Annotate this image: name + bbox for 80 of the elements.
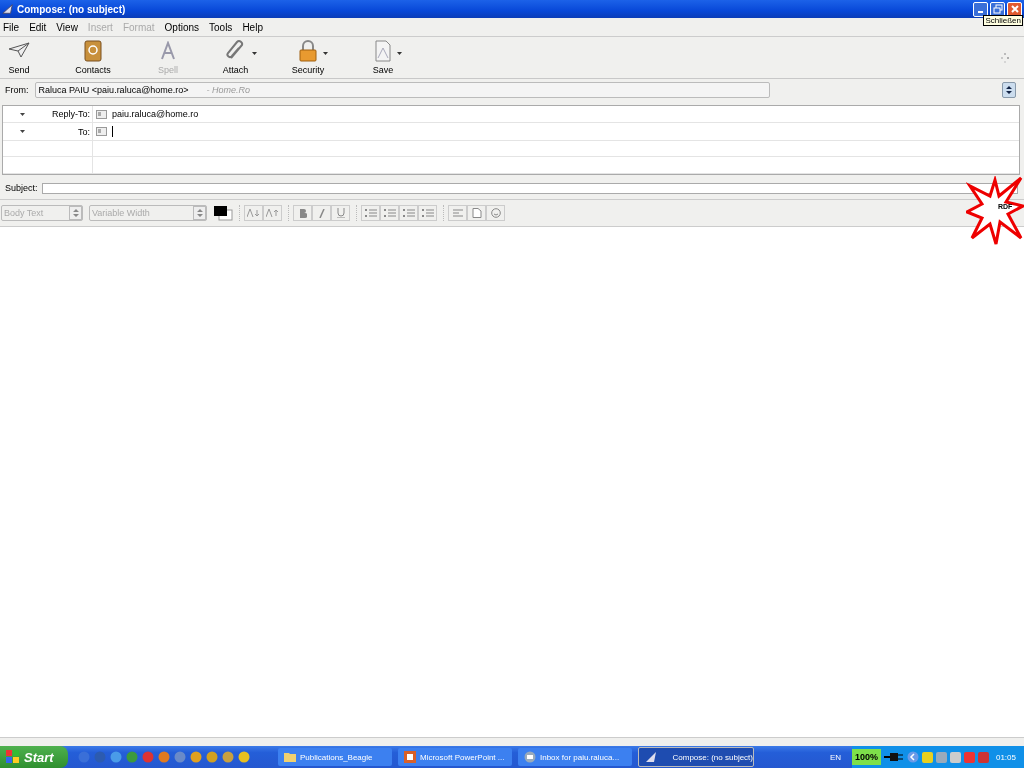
minimize-icon (978, 10, 983, 13)
language-indicator[interactable]: EN (830, 752, 842, 762)
smiley-icon[interactable] (486, 205, 505, 221)
power-plug-icon[interactable] (883, 752, 904, 762)
dropdown-arrow-icon[interactable] (20, 112, 25, 116)
toolbar-button[interactable]: Contacts (38, 40, 148, 75)
insert-page-icon[interactable] (467, 205, 486, 221)
restore-icon (992, 4, 1003, 14)
battery-indicator[interactable]: 100% (851, 749, 881, 765)
address-field[interactable]: paiu.raluca@home.ro (93, 106, 1019, 123)
quick-launch-icon[interactable] (222, 751, 234, 763)
contact-card-icon (96, 127, 107, 137)
taskbar-button[interactable]: Microsoft PowerPoint ... (398, 748, 512, 766)
from-dropdown[interactable]: Raluca PAIU <paiu.raluca@home.ro> - Home.Ro (34, 82, 770, 98)
taskbar-button[interactable]: Publications_Beagle (278, 748, 392, 766)
quick-launch-icon[interactable] (158, 751, 170, 763)
flag-icon (6, 750, 20, 764)
quick-launch-icon[interactable] (142, 751, 154, 763)
quick-launch-icon[interactable] (110, 751, 122, 763)
mail-icon (524, 751, 536, 763)
smaller-font-icon[interactable] (244, 205, 263, 221)
dropdown-arrow-icon[interactable] (20, 130, 25, 134)
minimize-button[interactable] (973, 1, 988, 17)
compose-icon (645, 751, 657, 763)
quick-launch-icon[interactable] (206, 751, 218, 763)
taskbar-button[interactable]: Inbox for paiu.raluca... (518, 748, 632, 766)
bullet-list-icon[interactable] (361, 205, 380, 221)
throbber-icon (1000, 51, 1010, 64)
dropdown-arrow-icon[interactable] (397, 52, 402, 55)
menu-item[interactable]: Edit (29, 21, 47, 33)
toolbar-button[interactable]: Security (283, 40, 333, 75)
toolbar-button[interactable]: Attach (188, 40, 283, 75)
larger-font-icon[interactable] (263, 205, 282, 221)
color-picker-icon[interactable] (213, 205, 233, 221)
underline-icon[interactable] (331, 205, 350, 221)
align-icon[interactable] (448, 205, 467, 221)
from-label: From: (5, 85, 29, 95)
quick-launch-icon[interactable] (174, 751, 186, 763)
address-type-label[interactable]: Reply-To: (52, 109, 90, 120)
tray-icon[interactable] (949, 751, 961, 763)
close-icon (1009, 4, 1020, 14)
taskbar-button[interactable]: Compose: (no subject) (638, 747, 754, 767)
dropdown-arrow-icon[interactable] (323, 52, 328, 55)
italic-icon[interactable] (312, 205, 331, 221)
chevron-icon[interactable] (906, 751, 919, 763)
toolbar-button[interactable]: Save (333, 40, 433, 75)
quick-launch-icon[interactable] (190, 751, 202, 763)
address-type-label[interactable]: To: (78, 126, 90, 137)
folder-icon (284, 752, 296, 762)
tray-icon[interactable] (977, 751, 989, 763)
padlock-icon (298, 40, 318, 62)
indent-icon[interactable] (399, 205, 418, 221)
letter-icon (160, 41, 176, 61)
menu-item[interactable]: View (56, 21, 78, 33)
menu-item[interactable]: File (3, 21, 20, 33)
bold-icon[interactable] (293, 205, 312, 221)
outdent-icon[interactable] (418, 205, 437, 221)
tray-icon[interactable] (963, 751, 975, 763)
toolbar-button[interactable]: Send (0, 40, 38, 75)
spinner-icon[interactable] (1002, 82, 1016, 98)
menu-item[interactable]: Tools (209, 21, 233, 33)
menu-item[interactable]: Help (242, 21, 263, 33)
dropdown-arrow-icon[interactable] (251, 52, 257, 55)
presentation-icon (404, 751, 416, 763)
clock: 01:05 (995, 752, 1016, 762)
document-icon (374, 40, 392, 62)
subject-field[interactable] (41, 182, 1018, 194)
contact-card-icon (96, 109, 107, 119)
tooltip: Schließen (983, 15, 1023, 26)
tray-icon[interactable] (935, 751, 947, 763)
window-title: Compose: (no subject) (17, 3, 126, 15)
numbered-list-icon[interactable] (380, 205, 399, 221)
quick-launch-icon[interactable] (238, 751, 250, 763)
menu-item[interactable]: Options (164, 21, 199, 33)
subject-label: Subject: (5, 183, 38, 193)
tray-icon[interactable] (921, 751, 933, 763)
message-body-field[interactable] (0, 227, 1024, 737)
address-book-icon (83, 40, 103, 62)
quick-launch-icon[interactable] (126, 751, 138, 763)
compose-icon (2, 3, 14, 15)
